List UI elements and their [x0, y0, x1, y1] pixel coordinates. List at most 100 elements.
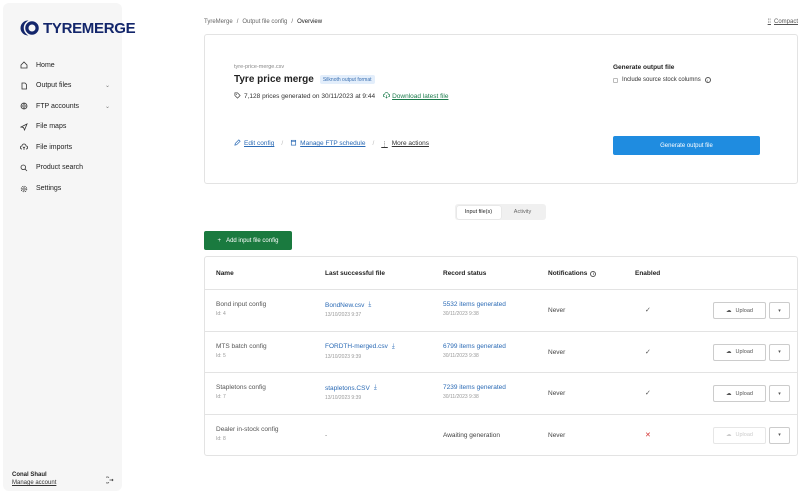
logout-icon[interactable]	[104, 476, 114, 486]
upload-button[interactable]: ☁ Upload	[713, 343, 766, 361]
logo[interactable]: TYREMERGE	[20, 18, 136, 38]
download-latest-link[interactable]: Download latest file	[383, 92, 448, 101]
cloud-upload-icon: ☁	[726, 432, 732, 438]
column-header-enabled: Enabled	[635, 270, 661, 277]
sidebar-item-ftp-accounts[interactable]: FTP accounts ⌄	[15, 96, 113, 116]
upload-group: ☁ Upload ▾	[713, 426, 790, 444]
table-row: MTS batch config Id: 5 FORDTH-merged.csv…	[205, 332, 797, 373]
table-row: Bond input config Id: 4 BondNew.csv ⤓ 13…	[205, 290, 797, 332]
upload-group: ☁ Upload ▾	[713, 302, 790, 319]
upload-dropdown-button[interactable]: ▾	[769, 385, 790, 402]
tab-bar: Input file(s) Activity	[455, 204, 546, 220]
compact-label: Compact	[773, 19, 798, 25]
table-header: Name Last successful file Record status …	[205, 257, 797, 290]
edit-config-link[interactable]: Edit config	[234, 139, 274, 148]
logo-icon	[20, 18, 41, 38]
tab-input-files[interactable]: Input file(s)	[456, 205, 501, 219]
upload-button[interactable]: ☁ Upload	[713, 385, 766, 402]
download-latest-label: Download latest file	[392, 93, 449, 100]
record-status-link[interactable]: 7239 items generated	[443, 384, 506, 391]
sidebar-item-output-files[interactable]: Output files ⌄	[15, 76, 113, 96]
notifications-value: Never	[548, 307, 566, 314]
upload-label: Upload	[735, 390, 753, 397]
cloud-upload-icon	[20, 143, 28, 151]
tab-activity[interactable]: Activity	[501, 206, 545, 219]
include-stock-checkbox-row[interactable]: Include source stock columns i	[613, 77, 711, 83]
prices-generated-text: 7,128 prices generated on 30/11/2023 at …	[244, 93, 376, 100]
download-icon: ⤓	[368, 301, 372, 308]
table-row: Dealer in-stock config Id: 8 - Awaiting …	[205, 415, 797, 457]
compact-toggle[interactable]: ⁞⁞ Compact	[768, 19, 798, 25]
sidebar-item-label: Home	[36, 61, 55, 69]
info-icon[interactable]: i	[590, 270, 597, 277]
table-row: Stapletons config Id: 7 stapletons.CSV ⤓…	[205, 373, 797, 415]
input-config-table: Name Last successful file Record status …	[204, 256, 798, 456]
upload-group: ☁ Upload ▾	[713, 343, 790, 361]
breadcrumb-item-current: Overview	[297, 19, 323, 25]
action-separator: /	[372, 140, 375, 147]
sidebar-item-settings[interactable]: Settings	[15, 179, 113, 199]
page-title: Tyre price merge	[234, 74, 314, 85]
config-id: Id: 8	[216, 435, 226, 442]
sidebar-item-product-search[interactable]: Product search	[15, 158, 113, 178]
upload-dropdown-button[interactable]: ▾	[769, 343, 790, 361]
include-stock-checkbox[interactable]	[613, 77, 618, 83]
last-file-time: 13/10/2023 9:37	[325, 312, 362, 318]
generate-title: Generate output file	[613, 64, 675, 71]
config-name: Dealer in-stock config	[216, 425, 279, 433]
prices-meta: 7,128 prices generated on 30/11/2023 at …	[234, 92, 448, 101]
cloud-upload-icon: ☁	[726, 390, 732, 397]
config-name: Stapletons config	[216, 384, 266, 391]
home-icon	[20, 61, 28, 69]
last-file-link[interactable]: BondNew.csv ⤓	[325, 301, 371, 309]
caret-down-icon: ▾	[778, 432, 781, 438]
row-file-cell: stapletons.CSV ⤓ 13/10/2023 9:39	[325, 384, 377, 401]
info-icon[interactable]: i	[704, 77, 711, 83]
sidebar: TYREMERGE Home Output files ⌄ FTP accoun…	[3, 3, 136, 491]
breadcrumb-item-home[interactable]: TyreMerge	[204, 19, 233, 25]
last-file-link[interactable]: stapletons.CSV ⤓	[325, 384, 377, 392]
row-name-cell: Bond input config Id: 4	[216, 301, 266, 317]
column-header-last-file: Last successful file	[325, 270, 385, 277]
row-file-cell: BondNew.csv ⤓ 13/10/2023 9:37	[325, 301, 371, 318]
add-input-config-button[interactable]: + Add input file config	[204, 231, 292, 250]
sidebar-item-home[interactable]: Home	[15, 55, 113, 75]
user-name: Conal Shaul	[12, 472, 47, 478]
column-header-notifications: Notifications i	[548, 270, 597, 277]
config-id: Id: 4	[216, 311, 226, 317]
sidebar-item-label: Output files	[36, 82, 72, 90]
row-status-cell: 5532 items generated 30/11/2023 9:38	[443, 301, 506, 317]
caret-down-icon: ▾	[778, 349, 781, 355]
breadcrumb-item-output-config[interactable]: Output file config	[242, 19, 287, 25]
plus-icon: +	[217, 237, 222, 244]
sidebar-item-label: File maps	[36, 123, 67, 131]
manage-ftp-link[interactable]: Manage FTP schedule	[290, 139, 365, 148]
enabled-check-icon: ✓	[645, 390, 651, 397]
output-file-name: tyre-price-merge.csv	[234, 64, 285, 70]
download-icon: ⤓	[391, 342, 395, 350]
sidebar-item-file-imports[interactable]: File imports	[15, 137, 113, 157]
upload-button[interactable]: ☁ Upload	[713, 302, 766, 319]
chevron-down-icon: ⌄	[105, 103, 111, 110]
disabled-x-icon: ✕	[645, 431, 651, 439]
caret-down-icon: ▾	[778, 390, 781, 397]
generate-output-button[interactable]: Generate output file	[613, 136, 760, 155]
sidebar-item-label: Settings	[36, 185, 62, 193]
user-panel: Conal Shaul Manage account	[12, 472, 116, 486]
row-name-cell: Dealer in-stock config Id: 8	[216, 426, 279, 442]
breadcrumb-separator: /	[291, 19, 294, 25]
cloud-download-icon	[383, 92, 391, 101]
sidebar-item-label: File imports	[36, 143, 73, 151]
notifications-value: Never	[548, 431, 566, 439]
record-status-link[interactable]: 5532 items generated	[443, 301, 506, 308]
more-actions-button[interactable]: ⋮ More actions	[381, 140, 429, 148]
record-status-link[interactable]: 6799 items generated	[443, 343, 506, 350]
last-file-link[interactable]: FORDTH-merged.csv ⤓	[325, 343, 395, 351]
upload-dropdown-button[interactable]: ▾	[769, 426, 790, 444]
manage-account-link[interactable]: Manage account	[12, 480, 56, 486]
row-status-cell: 6799 items generated 30/11/2023 9:38	[443, 343, 506, 359]
sidebar-item-file-maps[interactable]: File maps	[15, 117, 113, 137]
enabled-check-icon: ✓	[645, 307, 651, 314]
row-name-cell: Stapletons config Id: 7	[216, 384, 266, 400]
upload-dropdown-button[interactable]: ▾	[769, 302, 790, 319]
